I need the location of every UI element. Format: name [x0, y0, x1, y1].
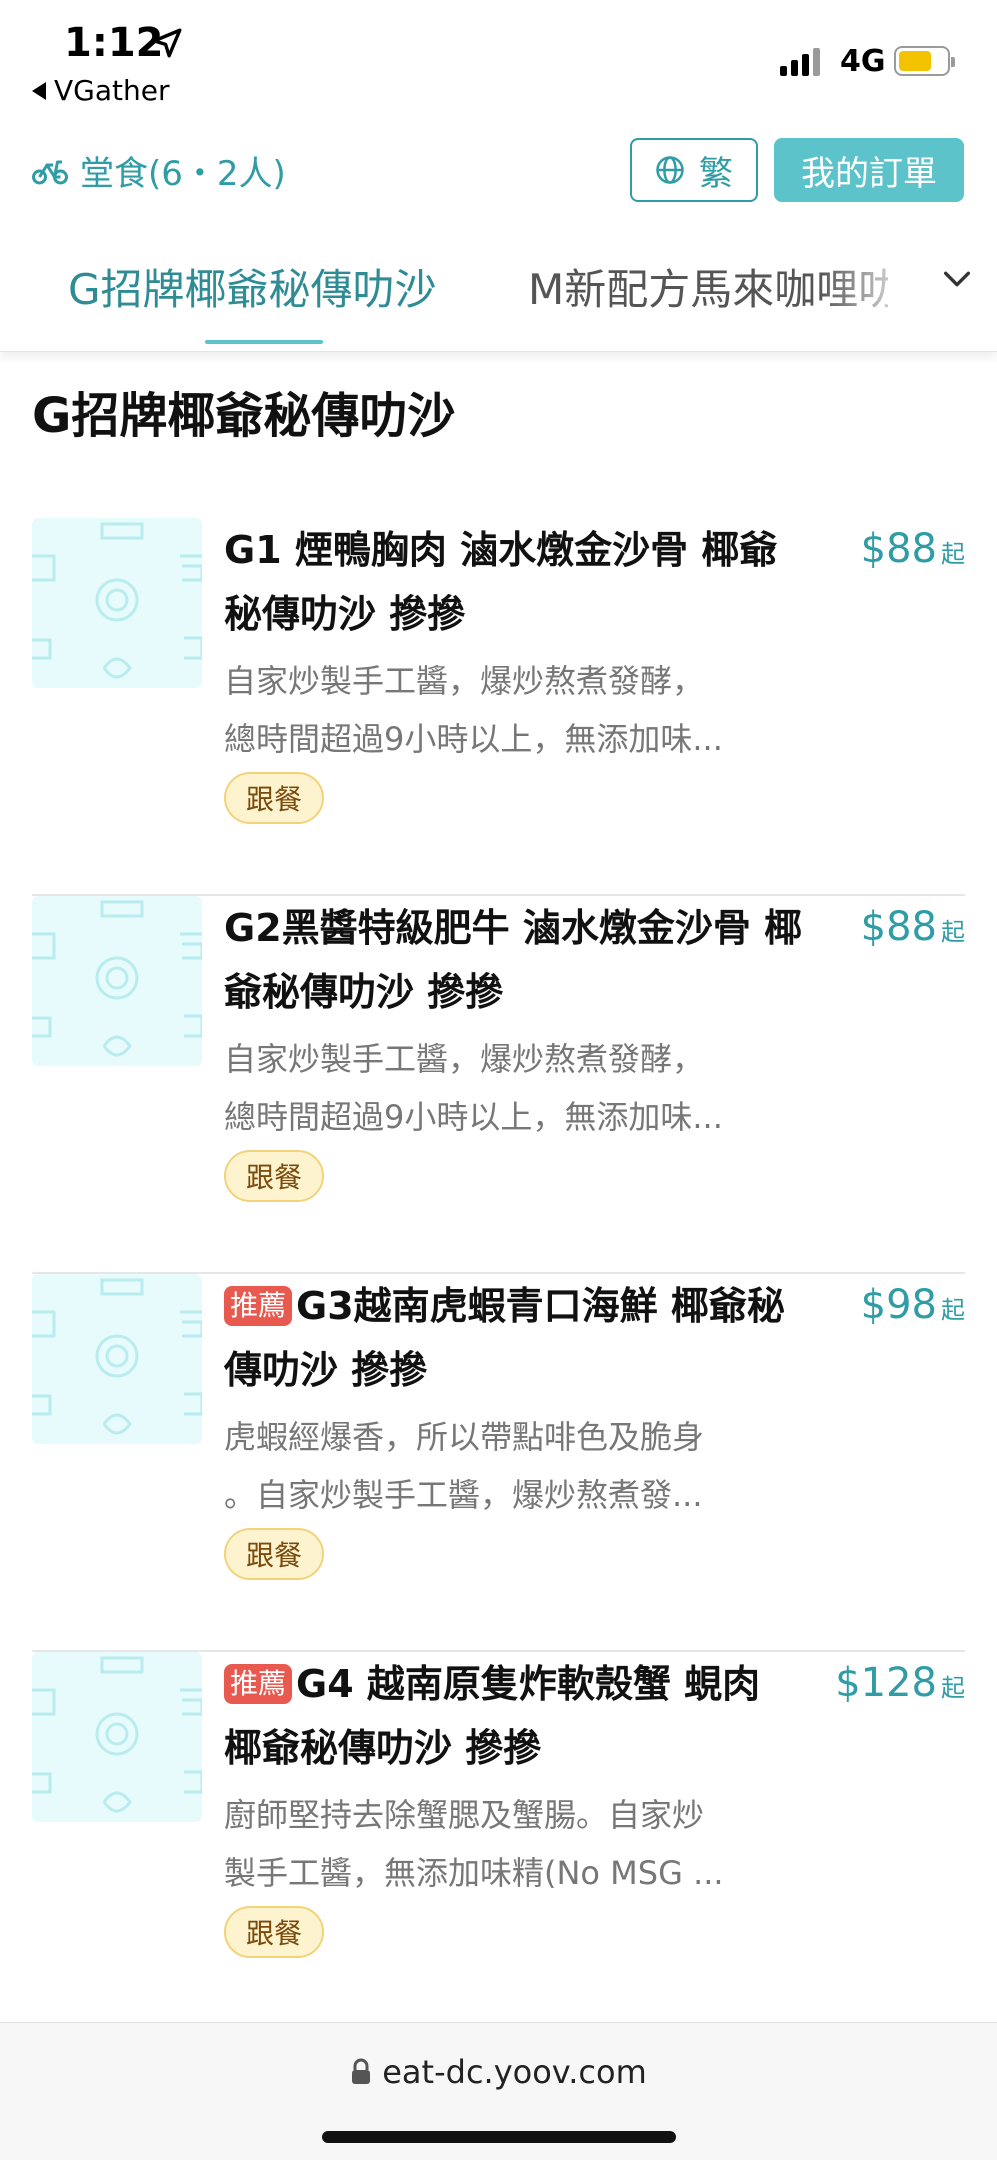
home-indicator[interactable]	[322, 2131, 676, 2143]
item-price-value: $128	[835, 1660, 937, 1706]
menu-item[interactable]: 推薦 G3越南虎蝦青口海鮮 椰爺秘傳叻沙 摻摻 $98 起 虎蝦經爆香，所以帶點啡色…	[32, 1274, 965, 1652]
food-placeholder-image	[32, 518, 202, 688]
dine-mode-selector[interactable]: 堂食(6・2人)	[32, 146, 286, 195]
set-meal-tag: 跟餐	[224, 772, 324, 824]
food-pattern-icon	[32, 900, 202, 1057]
item-desc-line: 總時間超過9小時以上，無添加味...	[224, 1098, 723, 1136]
tab-active-indicator	[205, 340, 323, 344]
item-desc-line: 虎蝦經爆香，所以帶點啡色及脆身	[224, 1418, 705, 1456]
item-description: 虎蝦經爆香，所以帶點啡色及脆身 。自家炒製手工醬，爆炒熬煮發...	[224, 1408, 804, 1524]
tab-active-category[interactable]: G招牌椰爺秘傳叻沙	[68, 256, 437, 317]
set-meal-tag: 跟餐	[224, 1528, 324, 1580]
food-pattern-icon	[32, 1656, 202, 1813]
header: 堂食(6・2人) 繁 我的訂單	[0, 130, 997, 210]
back-app-label: VGather	[54, 74, 170, 107]
item-name: 推薦 G3越南虎蝦青口海鮮 椰爺秘傳叻沙 摻摻	[224, 1274, 804, 1402]
item-desc-line: 廚師堅持去除蟹腮及蟹腸。自家炒	[224, 1796, 705, 1834]
recommend-badge: 推薦	[224, 1286, 293, 1326]
item-price-value: $98	[860, 1282, 937, 1328]
item-name-text: G4 越南原隻炸軟殼蟹 蜆肉 椰爺秘傳叻沙 摻摻	[224, 1662, 761, 1770]
browser-address-bar[interactable]: eat-dc.yoov.com	[0, 2022, 997, 2160]
item-name: G1 煙鴨胸肉 滷水燉金沙骨 椰爺秘傳叻沙 摻摻	[224, 518, 804, 646]
chevron-down-icon[interactable]	[940, 262, 974, 296]
item-price: $128 起	[835, 1660, 965, 1706]
item-price-value: $88	[860, 904, 937, 950]
network-type: 4G	[840, 44, 886, 79]
food-placeholder-image	[32, 1652, 202, 1822]
item-name: G2黑醬特級肥牛 滷水燉金沙骨 椰爺秘傳叻沙 摻摻	[224, 896, 804, 1024]
item-price: $88 起	[861, 526, 965, 572]
language-button[interactable]: 繁	[630, 138, 758, 202]
item-desc-line: 自家炒製手工醬，爆炒熬煮發酵，	[224, 1040, 705, 1078]
url-text: eat-dc.yoov.com	[382, 2053, 647, 2091]
item-description: 自家炒製手工醬，爆炒熬煮發酵， 總時間超過9小時以上，無添加味...	[224, 652, 804, 768]
item-name-text: G2黑醬特級肥牛 滷水燉金沙骨 椰爺秘傳叻沙 摻摻	[224, 906, 803, 1014]
dine-mode-label: 堂食(6・2人)	[80, 154, 286, 194]
item-desc-line: 。自家炒製手工醬，爆炒熬煮發...	[224, 1476, 703, 1514]
food-pattern-icon	[32, 522, 202, 679]
menu-item[interactable]: G2黑醬特級肥牛 滷水燉金沙骨 椰爺秘傳叻沙 摻摻 $88 起 自家炒製手工醬，爆…	[32, 896, 965, 1274]
food-placeholder-image	[32, 896, 202, 1066]
url-display[interactable]: eat-dc.yoov.com	[0, 2053, 997, 2091]
price-suffix: 起	[941, 1296, 965, 1324]
back-triangle-icon	[32, 81, 46, 100]
price-suffix: 起	[941, 540, 965, 568]
set-meal-tag: 跟餐	[224, 1150, 324, 1202]
category-tabs: G招牌椰爺秘傳叻沙 M新配方馬來咖哩叻	[0, 220, 997, 352]
lock-icon	[352, 2058, 371, 2084]
battery-icon	[894, 46, 955, 76]
section-title: G招牌椰爺秘傳叻沙	[32, 388, 456, 444]
item-desc-line: 總時間超過9小時以上，無添加味...	[224, 720, 723, 758]
item-desc-line: 自家炒製手工醬，爆炒熬煮發酵，	[224, 662, 705, 700]
item-name: 推薦 G4 越南原隻炸軟殼蟹 蜆肉 椰爺秘傳叻沙 摻摻	[224, 1652, 804, 1780]
price-suffix: 起	[941, 918, 965, 946]
food-placeholder-image	[32, 1274, 202, 1444]
menu-item[interactable]: G1 煙鴨胸肉 滷水燉金沙骨 椰爺秘傳叻沙 摻摻 $88 起 自家炒製手工醬，爆炒…	[32, 518, 965, 896]
my-orders-button[interactable]: 我的訂單	[774, 138, 964, 202]
item-price-value: $88	[860, 526, 937, 572]
cellular-signal-icon	[780, 48, 820, 76]
status-time: 1:12	[64, 20, 164, 66]
price-suffix: 起	[941, 1674, 965, 1702]
language-label: 繁	[699, 153, 733, 194]
item-price: $98 起	[861, 1282, 965, 1328]
menu-item[interactable]: 推薦 G4 越南原隻炸軟殼蟹 蜆肉 椰爺秘傳叻沙 摻摻 $128 起 廚師堅持去除蟹…	[32, 1652, 965, 2030]
location-arrow-icon	[152, 28, 182, 58]
tab-fade-overlay	[820, 240, 920, 330]
item-description: 廚師堅持去除蟹腮及蟹腸。自家炒 製手工醬，無添加味精(No MSG ...	[224, 1786, 804, 1902]
set-meal-tag: 跟餐	[224, 1906, 324, 1958]
item-desc-line: 製手工醬，無添加味精(No MSG ...	[224, 1854, 724, 1892]
bicycle-icon	[32, 160, 68, 184]
item-price: $88 起	[861, 904, 965, 950]
item-name-text: G1 煙鴨胸肉 滷水燉金沙骨 椰爺秘傳叻沙 摻摻	[224, 528, 778, 636]
item-description: 自家炒製手工醬，爆炒熬煮發酵， 總時間超過9小時以上，無添加味...	[224, 1030, 804, 1146]
status-bar: 1:12 VGather 4G	[0, 0, 997, 120]
food-pattern-icon	[32, 1278, 202, 1435]
recommend-badge: 推薦	[224, 1664, 293, 1704]
globe-icon	[656, 156, 684, 184]
item-name-text: G3越南虎蝦青口海鮮 椰爺秘傳叻沙 摻摻	[224, 1284, 785, 1392]
back-to-app-button[interactable]: VGather	[32, 74, 169, 107]
